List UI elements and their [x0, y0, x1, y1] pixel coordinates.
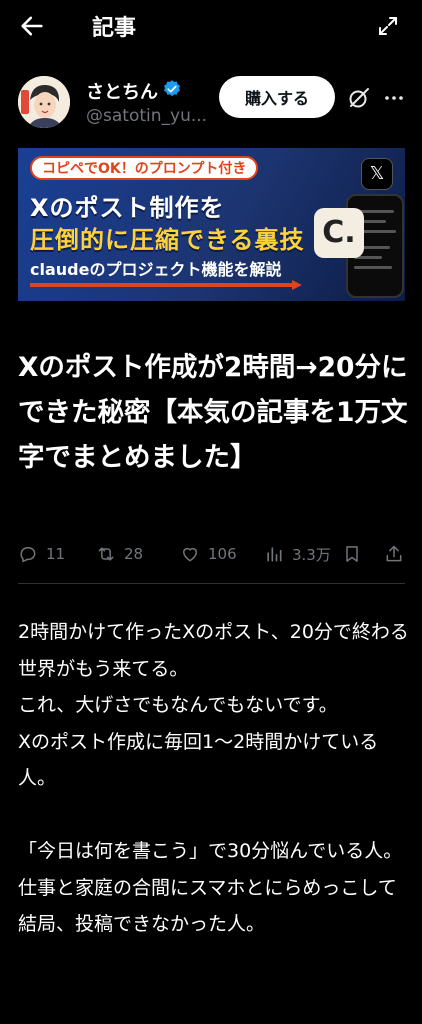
banner-headline-1: Xのポスト制作を: [30, 194, 225, 222]
back-button[interactable]: [18, 12, 46, 40]
views-count: 3.3万: [292, 545, 331, 564]
avatar-illustration: [18, 76, 70, 128]
article-paragraph-1: 2時間かけて作ったXのポスト、20分で終わる世界がもう来てる。 これ、大げさでも…: [18, 621, 409, 789]
reply-count: 11: [46, 545, 66, 563]
like-count: 106: [208, 545, 237, 563]
banner-arrow-icon: [30, 280, 302, 290]
expand-icon: [379, 17, 397, 35]
like-button[interactable]: 106: [180, 540, 237, 568]
reply-button[interactable]: 11: [18, 540, 65, 568]
bookmark-icon: [346, 546, 358, 562]
buy-button[interactable]: 購入する: [219, 76, 335, 118]
banner-subtitle: claudeのプロジェクト機能を解説: [30, 260, 282, 279]
article-title: Xのポスト作成が2時間→20分にできた秘密【本気の記事を1万文字でまとめました】: [18, 352, 408, 473]
avatar[interactable]: [18, 76, 70, 128]
views-button[interactable]: 3.3万: [264, 540, 331, 568]
repost-count: 28: [124, 545, 144, 563]
more-icon[interactable]: [382, 86, 406, 110]
expand-button[interactable]: [376, 14, 400, 38]
repost-icon: [98, 547, 114, 561]
back-arrow-icon: [21, 16, 43, 36]
article-paragraph-2: 「今日は何を書こう」で30分悩んでいる人。 仕事と家庭の合間にスマホとにらめっこ…: [18, 840, 403, 935]
engagement-bar: 11 28 106 3.3万: [18, 540, 405, 568]
article-cover-image[interactable]: コピペでOK！のプロンプト付き Xのポスト制作を 圧倒的に圧縮できる裏技 cla…: [18, 148, 405, 301]
verified-badge-icon: [164, 80, 180, 97]
grok-icon[interactable]: [347, 86, 371, 110]
like-icon: [183, 547, 197, 562]
claude-logo-icon: C.: [314, 208, 364, 258]
x-logo-icon: 𝕏: [361, 158, 393, 190]
divider: [18, 583, 405, 584]
repost-button[interactable]: 28: [96, 540, 143, 568]
author-row: さとちん @satotin_yu... 購入する: [0, 72, 422, 136]
article-body: 2時間かけて作ったXのポスト、20分で終わる世界がもう来てる。 これ、大げさでも…: [18, 614, 410, 943]
bookmark-button[interactable]: [342, 540, 370, 568]
banner-tag: コピペでOK！のプロンプト付き: [30, 156, 259, 180]
views-icon: [267, 547, 282, 562]
author-handle[interactable]: @satotin_yu...: [86, 106, 207, 126]
reply-icon: [20, 547, 36, 563]
author-name[interactable]: さとちん: [86, 78, 158, 104]
share-icon: [386, 545, 402, 562]
top-bar: 記事: [0, 0, 422, 56]
share-button[interactable]: [384, 540, 412, 568]
banner-headline-2: 圧倒的に圧縮できる裏技: [30, 226, 305, 254]
page-title: 記事: [92, 16, 137, 41]
